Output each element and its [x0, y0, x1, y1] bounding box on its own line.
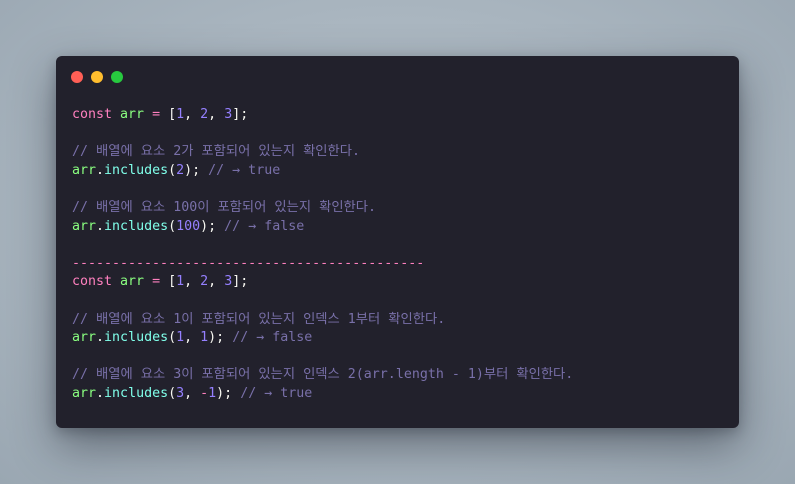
token-number: 1: [200, 330, 209, 346]
token-comment: // 배열에 요소 2가 포함되어 있는지 확인한다.: [72, 144, 361, 160]
token-plain: ,: [184, 385, 201, 401]
maximize-dot[interactable]: [111, 71, 123, 83]
token-number: 3: [176, 385, 185, 401]
code-line: // 배열에 요소 3이 포함되어 있는지 인덱스 2(arr.length -…: [72, 366, 573, 385]
token-plain: ,: [184, 274, 201, 290]
token-number: 2: [200, 107, 209, 122]
token-plain: (: [168, 385, 177, 401]
token-method: includes: [104, 330, 169, 346]
code-line: arr.includes(1, 1); // → false: [72, 329, 573, 348]
token-plain: ];: [232, 107, 249, 122]
token-variable: arr: [72, 385, 97, 401]
token-plain: .: [96, 162, 105, 178]
token-divider: ----------------------------------------…: [72, 255, 425, 271]
token-method: includes: [104, 162, 169, 178]
token-plain: );: [208, 330, 233, 346]
token-comment: // → false: [232, 330, 313, 346]
token-plain: .: [96, 330, 105, 346]
token-variable: arr: [72, 330, 97, 346]
token-plain: ,: [184, 330, 201, 346]
token-number: 1: [176, 274, 185, 290]
token-keyword: const: [72, 274, 113, 290]
window-controls: [71, 71, 123, 83]
token-variable: arr: [120, 107, 145, 122]
token-plain: ,: [184, 107, 201, 122]
code-line: arr.includes(100); // → false: [72, 218, 573, 237]
code-window: const arr = [1, 2, 3]; // 배열에 요소 2가 포함되어 …: [56, 56, 739, 428]
token-plain: .: [96, 385, 105, 401]
token-comment: // 배열에 요소 3이 포함되어 있는지 인덱스 2(arr.length -…: [72, 367, 574, 383]
code-line: const arr = [1, 2, 3];: [72, 273, 573, 292]
token-comment: // → true: [240, 385, 313, 401]
code-line: const arr = [1, 2, 3];: [72, 106, 573, 125]
token-plain: [: [160, 274, 177, 290]
token-comment: // → false: [224, 218, 305, 234]
token-variable: arr: [72, 218, 97, 234]
token-plain: (: [168, 218, 177, 234]
minimize-dot[interactable]: [91, 71, 103, 83]
token-number: 1: [208, 385, 217, 401]
token-plain: );: [216, 385, 241, 401]
token-keyword: -: [200, 385, 209, 401]
token-number: 2: [176, 162, 185, 178]
token-plain: (: [168, 162, 177, 178]
token-plain: [: [160, 107, 177, 122]
token-variable: arr: [72, 162, 97, 178]
code-line: // 배열에 요소 1이 포함되어 있는지 인덱스 1부터 확인한다.: [72, 311, 573, 330]
token-number: 1: [176, 107, 185, 122]
code-line: // 배열에 요소 100이 포함되어 있는지 확인한다.: [72, 199, 573, 218]
code-line: arr.includes(3, -1); // → true: [72, 385, 573, 404]
code-line: // 배열에 요소 2가 포함되어 있는지 확인한다.: [72, 143, 573, 162]
token-variable: arr: [120, 274, 145, 290]
token-plain: (: [168, 330, 177, 346]
token-comment: // 배열에 요소 100이 포함되어 있는지 확인한다.: [72, 199, 377, 215]
token-number: 1: [176, 330, 185, 346]
token-comment: // → true: [208, 162, 281, 178]
token-method: includes: [104, 385, 169, 401]
token-number: 100: [176, 218, 201, 234]
token-keyword: =: [152, 107, 161, 122]
token-number: 3: [224, 107, 233, 122]
token-comment: // 배열에 요소 1이 포함되어 있는지 인덱스 1부터 확인한다.: [72, 311, 446, 327]
token-plain: );: [200, 218, 225, 234]
code-block: const arr = [1, 2, 3]; // 배열에 요소 2가 포함되어 …: [72, 106, 573, 404]
token-plain: .: [96, 218, 105, 234]
token-keyword: =: [152, 274, 161, 290]
code-line: arr.includes(2); // → true: [72, 162, 573, 181]
code-line: ----------------------------------------…: [72, 255, 573, 274]
token-keyword: const: [72, 107, 113, 122]
token-plain: ,: [208, 274, 225, 290]
token-plain: );: [184, 162, 209, 178]
token-method: includes: [104, 218, 169, 234]
token-number: 2: [200, 274, 209, 290]
close-dot[interactable]: [71, 71, 83, 83]
token-number: 3: [224, 274, 233, 290]
token-plain: ,: [208, 107, 225, 122]
token-plain: ];: [232, 274, 249, 290]
